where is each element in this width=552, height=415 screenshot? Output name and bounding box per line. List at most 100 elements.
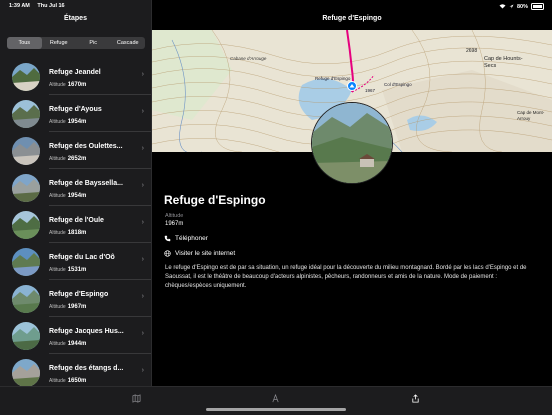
list-item-name: Refuge de Bayssella... <box>49 180 123 187</box>
list-item-name: Refuge Jeandel <box>49 69 101 76</box>
list-item-altitude-value: 1670m <box>67 82 87 88</box>
status-time: 1:39 AM <box>9 3 30 9</box>
list-item-name: Refuge des Oulettes... <box>49 143 123 150</box>
chevron-right-icon: › <box>141 293 144 300</box>
list-item-altitude-label: Altitude <box>49 378 66 384</box>
altitude-label: Altitude <box>165 213 184 219</box>
list-item-altitude: Altitude 1818m <box>49 230 86 236</box>
list-item-altitude-value: 1531m <box>67 267 87 273</box>
map-label-peak1-name: Cap de Hounts-Secs <box>484 56 523 69</box>
list-item-altitude-label: Altitude <box>49 304 66 310</box>
list-item-name: Refuge des étangs d... <box>49 365 124 372</box>
segment-refuge[interactable]: Refuge <box>42 37 77 49</box>
list-item-altitude: Altitude 1650m <box>49 378 86 384</box>
refuge-thumbnail <box>12 248 40 276</box>
list-item-altitude-value: 2652m <box>67 156 87 162</box>
home-indicator <box>206 408 346 411</box>
list-item-altitude: Altitude 2652m <box>49 156 86 162</box>
sidebar-title: Étapes <box>64 15 87 22</box>
chevron-right-icon: › <box>141 330 144 337</box>
battery-icon <box>531 3 544 10</box>
tab-bar <box>0 386 552 415</box>
map-label-peak1-alt: 2698 <box>466 48 478 54</box>
list-item[interactable]: Refuge des Oulettes... Altitude 2652m › <box>0 131 151 168</box>
list-item[interactable]: Refuge d'Ayous Altitude 1954m › <box>0 94 151 131</box>
status-bar: 1:39 AM Thu Jul 16 80% <box>0 0 552 12</box>
refuge-thumbnail <box>12 285 40 313</box>
list-item-altitude: Altitude 1670m <box>49 82 86 88</box>
list-item[interactable]: Refuge d'Espingo Altitude 1967m › <box>0 279 151 316</box>
chevron-right-icon: › <box>141 108 144 115</box>
list-item[interactable]: Refuge des étangs d... Altitude 1650m › <box>0 353 151 390</box>
list-item[interactable]: Refuge Jacques Hus... Altitude 1944m › <box>0 316 151 353</box>
status-date: Thu Jul 16 <box>37 3 65 9</box>
globe-icon <box>164 250 171 257</box>
map-label-cabane: Cabane d'Arrouge <box>230 56 267 61</box>
refuge-thumbnail <box>12 100 40 128</box>
phone-button[interactable]: Téléphoner <box>164 235 208 242</box>
chevron-right-icon: › <box>141 71 144 78</box>
list-item-name: Refuge de l'Oule <box>49 217 104 224</box>
phone-icon <box>164 235 171 242</box>
share-tab-icon[interactable] <box>411 394 420 403</box>
location-icon <box>509 4 514 9</box>
list-item[interactable]: Refuge de Bayssella... Altitude 1954m › <box>0 168 151 205</box>
map-label-peak2-name: Cap de Mont-Arrouy <box>517 110 545 121</box>
list-item-altitude: Altitude 1954m <box>49 119 86 125</box>
refuge-photo <box>311 102 393 184</box>
wifi-icon <box>499 4 506 9</box>
list-item-altitude-value: 1954m <box>67 119 87 125</box>
website-button[interactable]: Visiter le site internet <box>164 250 235 257</box>
stage-list: Refuge Jeandel Altitude 1670m › Refuge d'Ayo… <box>0 57 151 390</box>
hiker-tab-icon[interactable] <box>271 394 280 403</box>
battery-percent: 80% <box>516 3 528 10</box>
refuge-thumbnail <box>12 137 40 165</box>
refuge-thumbnail <box>12 174 40 202</box>
refuge-thumbnail <box>12 63 40 91</box>
list-item-altitude: Altitude 1967m <box>49 304 86 310</box>
chevron-right-icon: › <box>141 256 144 263</box>
map-label-refuge-alt: 1967 <box>365 88 376 93</box>
refuge-thumbnail <box>12 359 40 387</box>
list-item-altitude-value: 1944m <box>67 341 87 347</box>
list-item[interactable]: Refuge Jeandel Altitude 1670m › <box>0 57 151 94</box>
list-item-name: Refuge du Lac d'Oô <box>49 254 115 261</box>
chevron-right-icon: › <box>141 219 144 226</box>
chevron-right-icon: › <box>141 145 144 152</box>
refuge-thumbnail <box>12 211 40 239</box>
list-item-altitude-label: Altitude <box>49 267 66 273</box>
list-item-altitude-label: Altitude <box>49 230 66 236</box>
list-item-name: Refuge Jacques Hus... <box>49 328 124 335</box>
detail-nav-title: Refuge d'Espingo <box>322 15 382 22</box>
map-tab-icon[interactable] <box>132 394 141 403</box>
list-item-altitude-value: 1818m <box>67 230 87 236</box>
segment-tous[interactable]: Tous <box>7 37 42 49</box>
chevron-right-icon: › <box>141 182 144 189</box>
list-item-altitude-value: 1954m <box>67 193 87 199</box>
refuge-thumbnail <box>12 322 40 350</box>
category-filter: Tous Refuge Pic Cascade <box>7 37 145 49</box>
segment-pic[interactable]: Pic <box>76 37 111 49</box>
list-item-altitude: Altitude 1531m <box>49 267 86 273</box>
list-item-name: Refuge d'Ayous <box>49 106 102 113</box>
list-item-altitude-label: Altitude <box>49 119 66 125</box>
refuge-name: Refuge d'Espingo <box>164 193 266 207</box>
list-item-altitude-label: Altitude <box>49 341 66 347</box>
list-item[interactable]: Refuge du Lac d'Oô Altitude 1531m › <box>0 242 151 279</box>
map-label-col: Col d'Espingo <box>384 82 412 87</box>
phone-label: Téléphoner <box>175 235 208 242</box>
list-item-altitude: Altitude 1944m <box>49 341 86 347</box>
chevron-right-icon: › <box>141 367 144 374</box>
list-item-name: Refuge d'Espingo <box>49 291 109 298</box>
list-item-altitude: Altitude 1954m <box>49 193 86 199</box>
sidebar: Étapes Tous Refuge Pic Cascade Refuge Je… <box>0 0 151 414</box>
list-item-altitude-value: 1650m <box>67 378 87 384</box>
list-item[interactable]: Refuge de l'Oule Altitude 1818m › <box>0 205 151 242</box>
segment-cascade[interactable]: Cascade <box>111 37 146 49</box>
list-item-altitude-label: Altitude <box>49 156 66 162</box>
map-label-refuge: Refuge d'Espingo <box>315 76 351 81</box>
list-item-altitude-label: Altitude <box>49 82 66 88</box>
website-label: Visiter le site internet <box>175 250 236 257</box>
list-item-altitude-label: Altitude <box>49 193 66 199</box>
altitude-value: 1967m <box>165 221 184 227</box>
